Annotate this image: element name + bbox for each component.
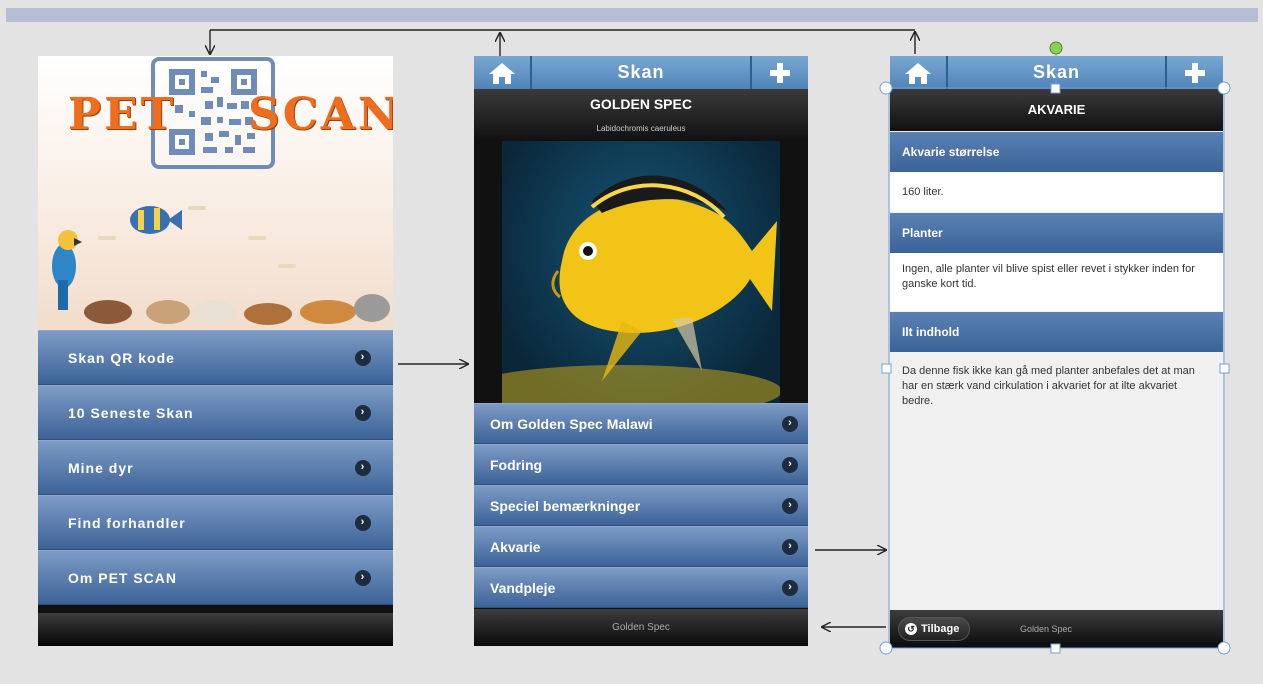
chevron-right-icon: › xyxy=(782,415,798,432)
species-footer: Golden Spec xyxy=(474,609,808,646)
home-button[interactable] xyxy=(474,56,532,89)
menu-item-speciel-bemaerkninger[interactable]: Speciel bemærkninger › xyxy=(474,485,808,526)
menu-item-label: 10 Seneste Skan xyxy=(68,404,194,421)
menu-item-label: Speciel bemærkninger xyxy=(490,497,641,514)
back-button[interactable]: ↺ Tilbage xyxy=(898,617,971,641)
fish-photo xyxy=(502,141,780,403)
header-title: Skan xyxy=(617,62,665,82)
add-button[interactable] xyxy=(1165,56,1223,89)
species-title-bar: GOLDEN SPEC Labidochromis caeruleus xyxy=(474,89,808,141)
plus-icon xyxy=(770,62,790,83)
section-text-akvarie-storrelse: 160 liter. xyxy=(890,172,1223,212)
chevron-right-icon: › xyxy=(782,579,798,596)
menu-item-om-golden-spec-malawi[interactable]: Om Golden Spec Malawi › xyxy=(474,403,808,444)
header-bar: Skan xyxy=(474,56,808,89)
menu-item-find-forhandler[interactable]: Find forhandler › xyxy=(38,495,393,550)
species-title: GOLDEN SPEC xyxy=(590,96,692,112)
menu-item-label: Om PET SCAN xyxy=(68,569,178,586)
section-text-ilt-indhold: Da denne fisk ikke kan gå med planter an… xyxy=(890,352,1223,610)
pets-illustration xyxy=(52,206,390,325)
hero-banner: PET SCAN xyxy=(38,56,393,330)
add-button[interactable] xyxy=(750,56,808,89)
section-heading-akvarie-storrelse: Akvarie størrelse xyxy=(890,132,1223,172)
chevron-right-icon: › xyxy=(355,569,371,586)
menu-item-fodring[interactable]: Fodring › xyxy=(474,444,808,485)
logo-text-pet: PET xyxy=(68,89,177,140)
home-icon xyxy=(905,62,931,84)
screen-species: Skan GOLDEN SPEC Labidochromis caeruleus… xyxy=(474,56,808,646)
menu-item-vandpleje[interactable]: Vandpleje › xyxy=(474,567,808,608)
menu-item-label: Fodring xyxy=(490,456,543,473)
section-heading-planter: Planter xyxy=(890,213,1223,253)
section-heading-ilt-indhold: Ilt indhold xyxy=(890,312,1223,352)
menu-item-10-seneste-skan[interactable]: 10 Seneste Skan › xyxy=(38,385,393,440)
screen-akvarie: Skan AKVARIE Akvarie størrelse 160 liter… xyxy=(890,56,1223,648)
menu-item-label: Vandpleje xyxy=(490,579,556,596)
menu-item-label: Om Golden Spec Malawi xyxy=(490,415,653,432)
home-icon xyxy=(489,62,515,84)
section-text-planter: Ingen, alle planter vil blive spist elle… xyxy=(890,253,1223,311)
home-menu: Skan QR kode › 10 Seneste Skan › Mine dyr ›… xyxy=(38,330,393,605)
menu-item-om-pet-scan[interactable]: Om PET SCAN › xyxy=(38,550,393,605)
header-title: Skan xyxy=(1032,62,1081,82)
logo-text-scan: SCAN xyxy=(248,89,393,140)
menu-item-skan-qr-kode[interactable]: Skan QR kode › xyxy=(38,330,393,385)
chevron-right-icon: › xyxy=(355,514,371,531)
menu-item-label: Akvarie xyxy=(490,538,541,555)
chevron-right-icon: › xyxy=(355,349,371,366)
home-button[interactable] xyxy=(890,56,948,89)
chevron-right-icon: › xyxy=(782,538,798,555)
akvarie-title: AKVARIE xyxy=(890,89,1223,131)
app-logo: PET SCAN xyxy=(68,89,393,140)
top-bar xyxy=(6,8,1258,22)
menu-item-akvarie[interactable]: Akvarie › xyxy=(474,526,808,567)
menu-item-label: Skan QR kode xyxy=(68,349,175,366)
home-footer xyxy=(38,613,393,646)
back-arrow-icon: ↺ xyxy=(905,623,917,635)
menu-item-label: Mine dyr xyxy=(68,459,134,476)
footer-label: Golden Spec xyxy=(1020,624,1073,634)
species-subtitle: Labidochromis caeruleus xyxy=(596,124,686,133)
chevron-right-icon: › xyxy=(782,497,798,514)
species-menu: Om Golden Spec Malawi › Fodring › Speciel … xyxy=(474,403,808,608)
back-button-label: Tilbage xyxy=(921,623,960,635)
plus-icon xyxy=(1185,62,1205,83)
header-bar: Skan xyxy=(890,56,1223,89)
screen-home: PET SCAN Skan QR kode › 10 Seneste Skan … xyxy=(38,56,393,646)
chevron-right-icon: › xyxy=(355,459,371,476)
menu-item-label: Find forhandler xyxy=(68,514,186,531)
chevron-right-icon: › xyxy=(782,456,798,473)
menu-item-mine-dyr[interactable]: Mine dyr › xyxy=(38,440,393,495)
akvarie-footer: ↺ Tilbage Golden Spec xyxy=(890,610,1223,648)
chevron-right-icon: › xyxy=(355,404,371,421)
